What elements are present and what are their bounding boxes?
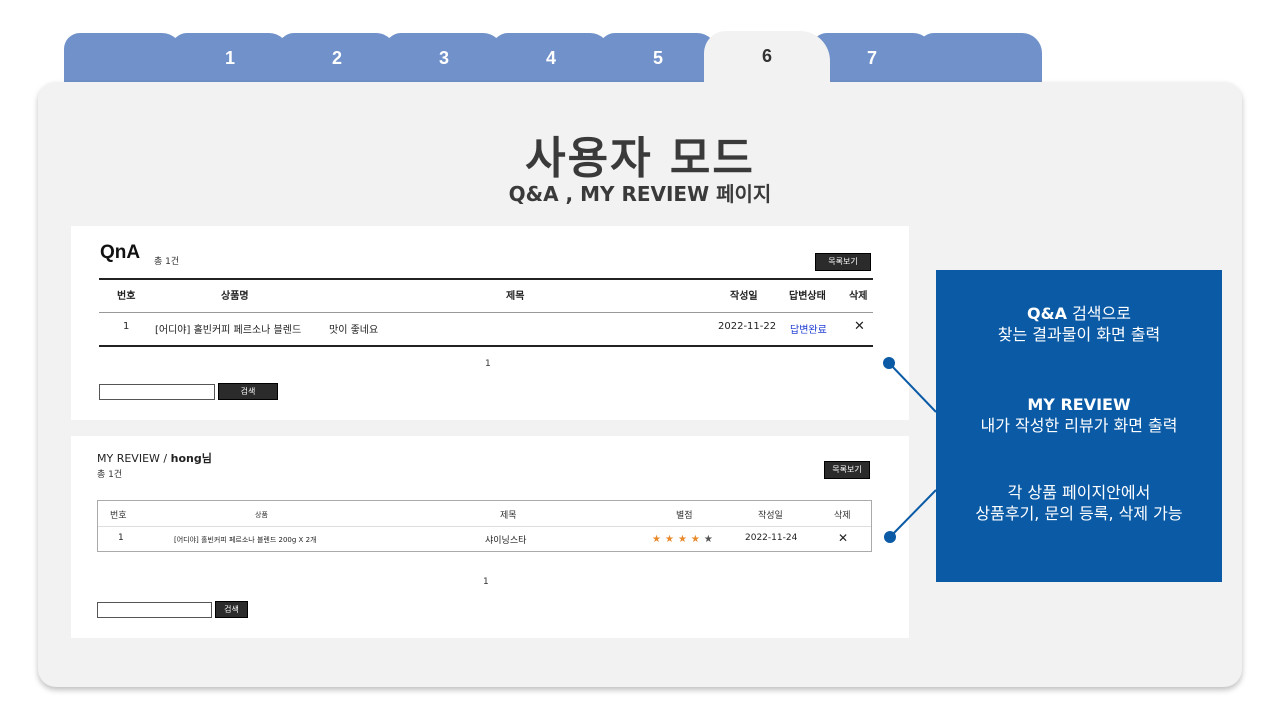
review-col-no: 번호 (110, 511, 127, 521)
star-filled-icon: ★ (664, 534, 678, 545)
qna-row-status[interactable]: 답변완료 (790, 321, 827, 336)
qna-col-product: 상품명 (221, 291, 249, 302)
divider (99, 312, 873, 313)
callout-qna-rest: 검색으로 (1066, 304, 1131, 323)
callout-block-review: MY REVIEW 내가 작성한 리뷰가 화면 출력 (936, 394, 1222, 436)
review-section: MY REVIEW / hong님 총 1건 목록보기 번호 상품 제목 별점 … (71, 436, 909, 638)
qna-col-no: 번호 (117, 291, 136, 302)
divider (98, 526, 871, 527)
review-row-product[interactable]: [어디야] 홀빈커피 페르소나 블렌드 200g X 2개 (174, 535, 316, 545)
callout-block-qna: Q&A 검색으로 찾는 결과물이 화면 출력 (936, 303, 1222, 345)
callout-qna-line1: Q&A 검색으로 (936, 303, 1222, 324)
slide: 1 2 3 4 5 7 6 사용자 모드 Q&A , MY REVIEW 페이지… (0, 0, 1280, 720)
review-col-delete: 삭제 (834, 511, 851, 521)
review-pagination[interactable]: 1 (483, 577, 489, 587)
star-empty-icon: ★ (703, 534, 717, 545)
callout-product-line1: 각 상품 페이지안에서 (1007, 483, 1151, 502)
qna-pagination[interactable]: 1 (485, 359, 491, 369)
qna-row-product[interactable]: [어디야] 홀빈커피 페르소나 블렌드 (155, 321, 301, 336)
review-user: hong님 (170, 452, 212, 465)
qna-section: QnA 총 1건 목록보기 번호 상품명 제목 작성일 답변상태 삭제 1 [어… (71, 226, 909, 420)
callout-block-product: 각 상품 페이지안에서 상품후기, 문의 등록, 삭제 가능 (936, 482, 1222, 524)
callout-review-bold: MY REVIEW (936, 394, 1222, 415)
review-col-subject: 제목 (500, 511, 517, 521)
star-filled-icon: ★ (652, 534, 665, 545)
callout-review-line2: 내가 작성한 리뷰가 화면 출력 (980, 416, 1178, 435)
review-row-date: 2022-11-24 (745, 533, 798, 543)
review-col-product: 상품 (255, 511, 268, 519)
qna-row-date: 2022-11-22 (718, 321, 777, 332)
review-col-date: 작성일 (758, 511, 783, 521)
qna-count: 총 1건 (154, 257, 180, 267)
qna-col-delete: 삭제 (849, 291, 868, 302)
review-list-button[interactable]: 목록보기 (824, 461, 870, 479)
callout-review-title: MY REVIEW (1027, 395, 1131, 414)
tab-6-active[interactable]: 6 (704, 31, 830, 93)
review-count: 총 1건 (97, 470, 123, 480)
qna-search-input[interactable] (99, 384, 215, 400)
qna-row-subject[interactable]: 맛이 좋네요 (329, 321, 378, 336)
divider (99, 278, 873, 280)
qna-row-no: 1 (123, 321, 130, 332)
callout-qna-bold: Q&A (1027, 304, 1067, 323)
callout-qna-line2: 찾는 결과물이 화면 출력 (997, 325, 1161, 344)
star-filled-icon: ★ (690, 534, 704, 545)
callout-box: Q&A 검색으로 찾는 결과물이 화면 출력 MY REVIEW 내가 작성한 … (936, 270, 1222, 582)
qna-col-status: 답변상태 (789, 291, 826, 302)
qna-col-subject: 제목 (506, 291, 525, 302)
review-col-rating: 별점 (676, 511, 693, 521)
qna-list-button[interactable]: 목록보기 (815, 253, 871, 271)
callout-product-line2: 상품후기, 문의 등록, 삭제 가능 (975, 504, 1183, 523)
star-filled-icon: ★ (677, 534, 691, 545)
review-title-prefix: MY REVIEW / (97, 452, 171, 465)
review-delete-icon[interactable]: ✕ (838, 531, 848, 545)
divider (99, 345, 873, 347)
qna-title: QnA (100, 242, 141, 263)
review-row-subject[interactable]: 샤이닝스타 (485, 533, 526, 546)
page-title: 사용자 모드 (525, 133, 755, 184)
review-row-rating: ★★★★★ (652, 534, 717, 545)
review-table: 번호 상품 제목 별점 작성일 삭제 1 [어디야] 홀빈커피 페르소나 블렌드… (97, 500, 872, 552)
qna-col-date: 작성일 (730, 291, 758, 302)
review-title: MY REVIEW / hong님 (97, 450, 212, 466)
review-row-no: 1 (118, 533, 124, 543)
review-search-button[interactable]: 검색 (215, 601, 248, 618)
qna-delete-icon[interactable]: ✕ (854, 319, 865, 334)
page-subtitle: Q&A , MY REVIEW 페이지 (508, 182, 772, 206)
qna-search-button[interactable]: 검색 (218, 383, 278, 400)
review-search-input[interactable] (97, 602, 212, 618)
